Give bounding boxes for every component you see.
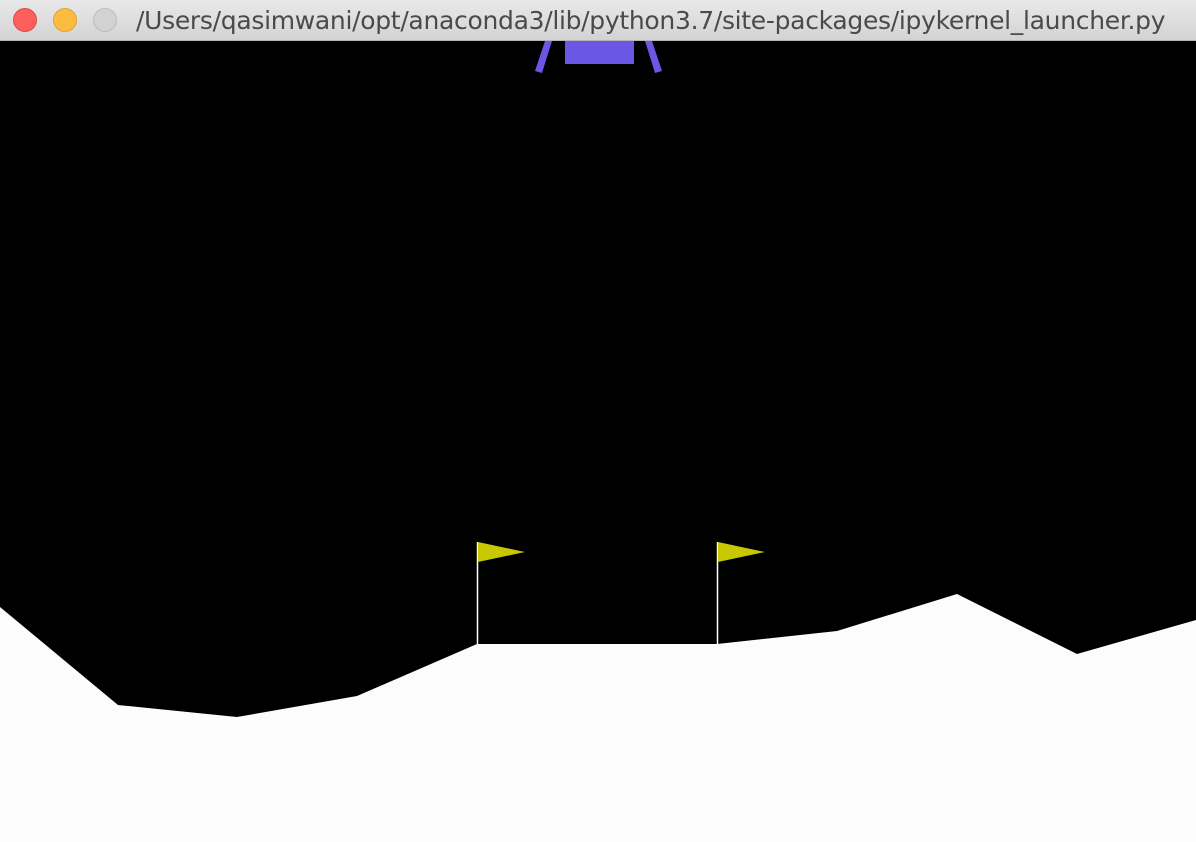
zoom-window-button[interactable] <box>93 8 117 32</box>
title-bar[interactable]: /Users/qasimwani/opt/anaconda3/lib/pytho… <box>0 0 1196 41</box>
game-canvas <box>0 41 1196 842</box>
game-viewport[interactable] <box>0 41 1196 842</box>
app-window: /Users/qasimwani/opt/anaconda3/lib/pytho… <box>0 0 1196 842</box>
lander-body <box>565 41 634 64</box>
close-window-button[interactable] <box>13 8 37 32</box>
minimize-window-button[interactable] <box>53 8 77 32</box>
window-title: /Users/qasimwani/opt/anaconda3/lib/pytho… <box>136 6 1166 35</box>
